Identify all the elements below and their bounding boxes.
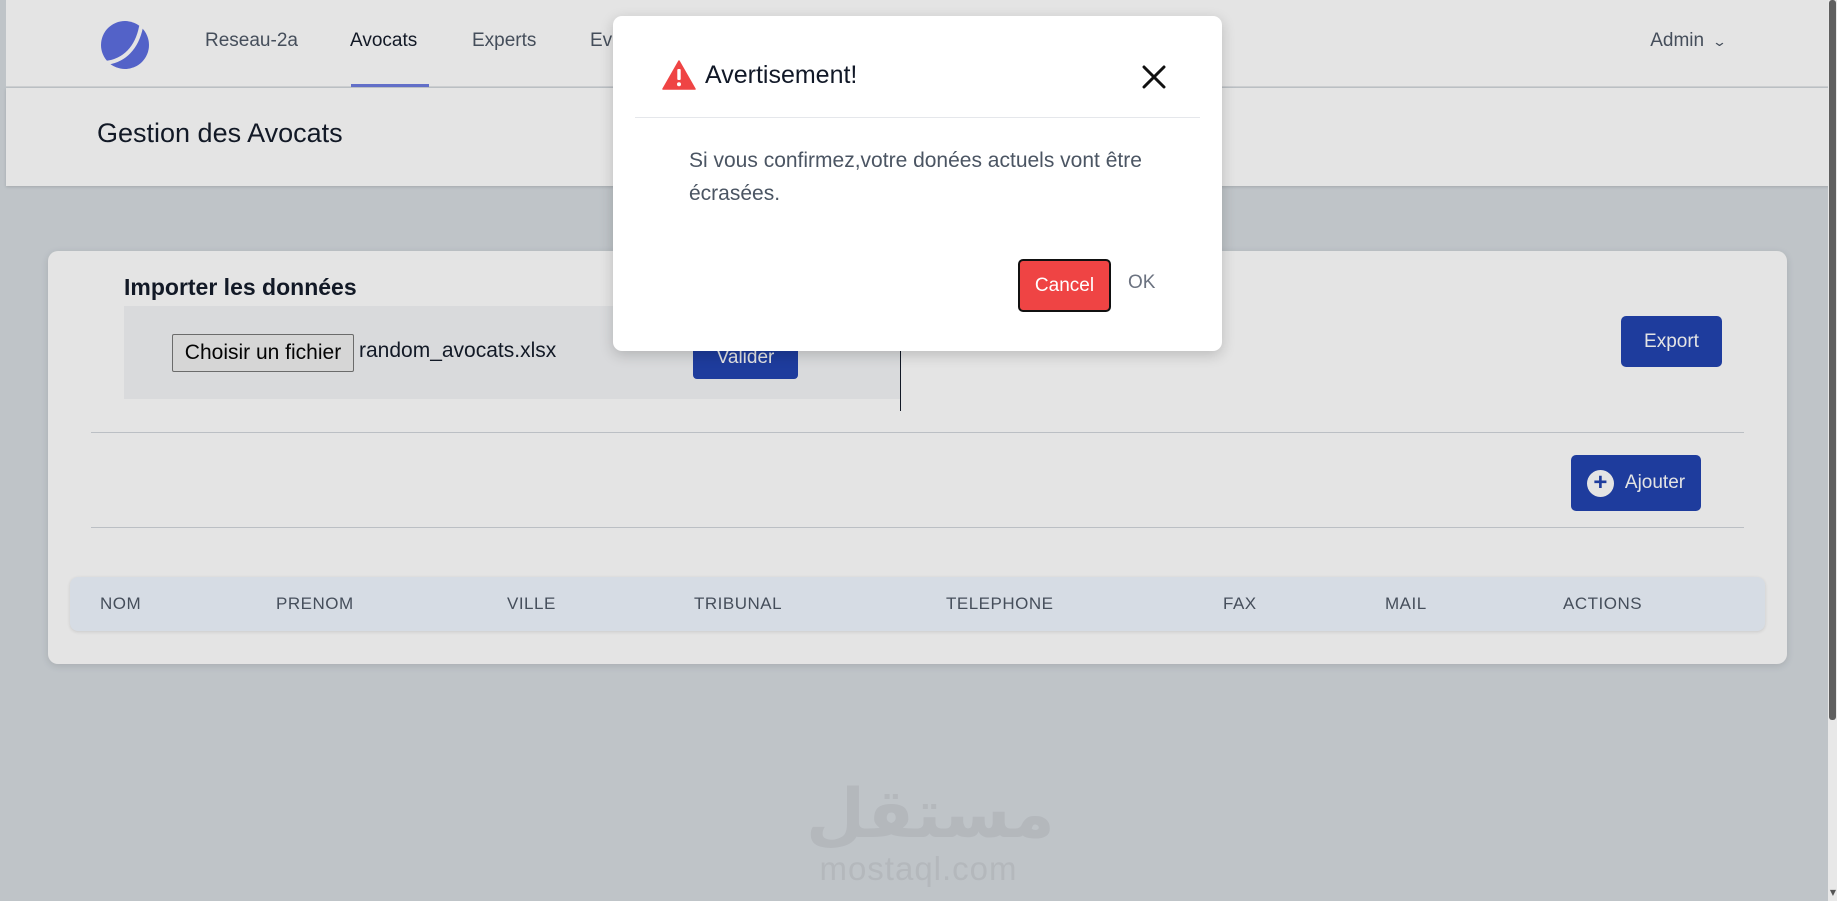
warning-icon	[662, 60, 696, 90]
dialog-divider	[635, 117, 1200, 118]
scrollbar[interactable]: ▼	[1828, 0, 1837, 901]
page: Reseau-2a Avocats Experts Ev Admin ⌄ Gest…	[0, 0, 1837, 901]
ok-button[interactable]: OK	[1128, 272, 1155, 294]
scrollbar-thumb[interactable]	[1829, 0, 1836, 720]
warning-dialog: Avertisement! Si vous confirmez,votre do…	[613, 16, 1222, 351]
scroll-down-icon[interactable]: ▼	[1830, 888, 1836, 897]
dialog-message: Si vous confirmez,votre donées actuels v…	[689, 149, 1142, 205]
dialog-title: Avertisement!	[705, 61, 858, 89]
close-icon[interactable]	[1139, 62, 1169, 92]
cancel-button[interactable]: Cancel	[1018, 259, 1111, 312]
